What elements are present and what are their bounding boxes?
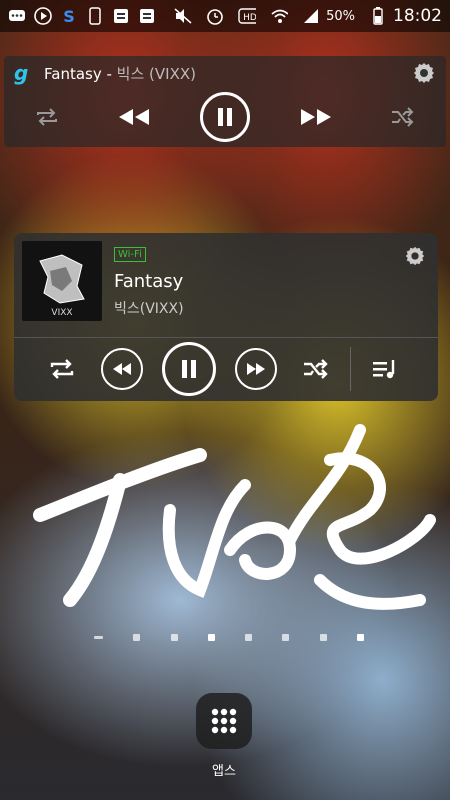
music-widget: VIXX Wi-Fi Fantasy 빅스(VIXX) [14, 233, 438, 401]
phone-icon [86, 7, 104, 25]
signal-icon [302, 7, 320, 25]
battery-percent: 50% [326, 8, 355, 24]
rewind-button[interactable] [92, 346, 152, 392]
chat-icon [8, 7, 26, 25]
rewind-icon [101, 348, 143, 390]
page-indicator-dot[interactable] [282, 634, 290, 641]
playlist-icon[interactable] [355, 346, 415, 392]
mini-player-title: Fantasy - 빅스 (VIXX) [44, 63, 196, 84]
status-bar: S HD 50% 18:02 [0, 0, 450, 32]
hd-icon: HD [238, 7, 257, 25]
pause-button[interactable] [152, 342, 226, 396]
pause-icon [162, 342, 216, 396]
mute-icon [174, 7, 192, 25]
page-indicator-dot[interactable] [170, 634, 178, 641]
repeat-icon[interactable] [32, 346, 92, 392]
page-indicator-dot[interactable] [245, 634, 253, 641]
mini-player-separator: - [101, 64, 117, 83]
home-page-indicator [94, 634, 364, 641]
page-indicator-dot[interactable] [207, 634, 215, 641]
mini-player-notification[interactable]: g Fantasy - 빅스 (VIXX) [4, 56, 446, 147]
flag-icon [112, 7, 130, 25]
mini-player-artist: 빅스 (VIXX) [116, 64, 196, 83]
svg-text:HD: HD [243, 13, 256, 23]
wifi-badge: Wi-Fi [114, 247, 146, 262]
apps-label: 앱스 [212, 764, 236, 779]
repeat-icon[interactable] [27, 97, 67, 137]
album-art[interactable]: VIXX [22, 241, 102, 321]
shuffle-icon[interactable] [383, 97, 423, 137]
wallpaper-handwriting [33, 424, 436, 610]
mini-player-track: Fantasy [44, 64, 102, 83]
gear-icon[interactable] [412, 61, 436, 85]
clock: 18:02 [393, 6, 442, 26]
flag-icon [138, 7, 156, 25]
widget-track-title: Fantasy [114, 271, 184, 292]
album-text: VIXX [51, 308, 72, 318]
apps-grid-icon [211, 708, 237, 734]
alarm-icon [206, 7, 224, 25]
widget-artist: 빅스(VIXX) [114, 301, 184, 317]
play-icon [34, 7, 52, 25]
page-indicator-dot[interactable] [356, 634, 364, 641]
wifi-icon [270, 7, 289, 25]
fast-forward-icon [235, 348, 277, 390]
shuffle-icon[interactable] [286, 346, 346, 392]
divider [14, 337, 438, 338]
divider [350, 347, 351, 391]
apps-button[interactable] [196, 693, 252, 749]
rewind-icon[interactable] [114, 97, 154, 137]
gear-icon[interactable] [404, 245, 426, 267]
pause-button[interactable] [199, 92, 250, 142]
music-app-logo: g [14, 61, 29, 85]
s-app-icon: S [63, 6, 75, 26]
battery-icon [369, 7, 387, 25]
fast-forward-icon[interactable] [296, 97, 336, 137]
page-indicator-menu[interactable] [94, 636, 103, 639]
page-indicator-dot[interactable] [319, 634, 327, 641]
fast-forward-button[interactable] [226, 346, 286, 392]
page-indicator-dot[interactable] [133, 634, 141, 641]
